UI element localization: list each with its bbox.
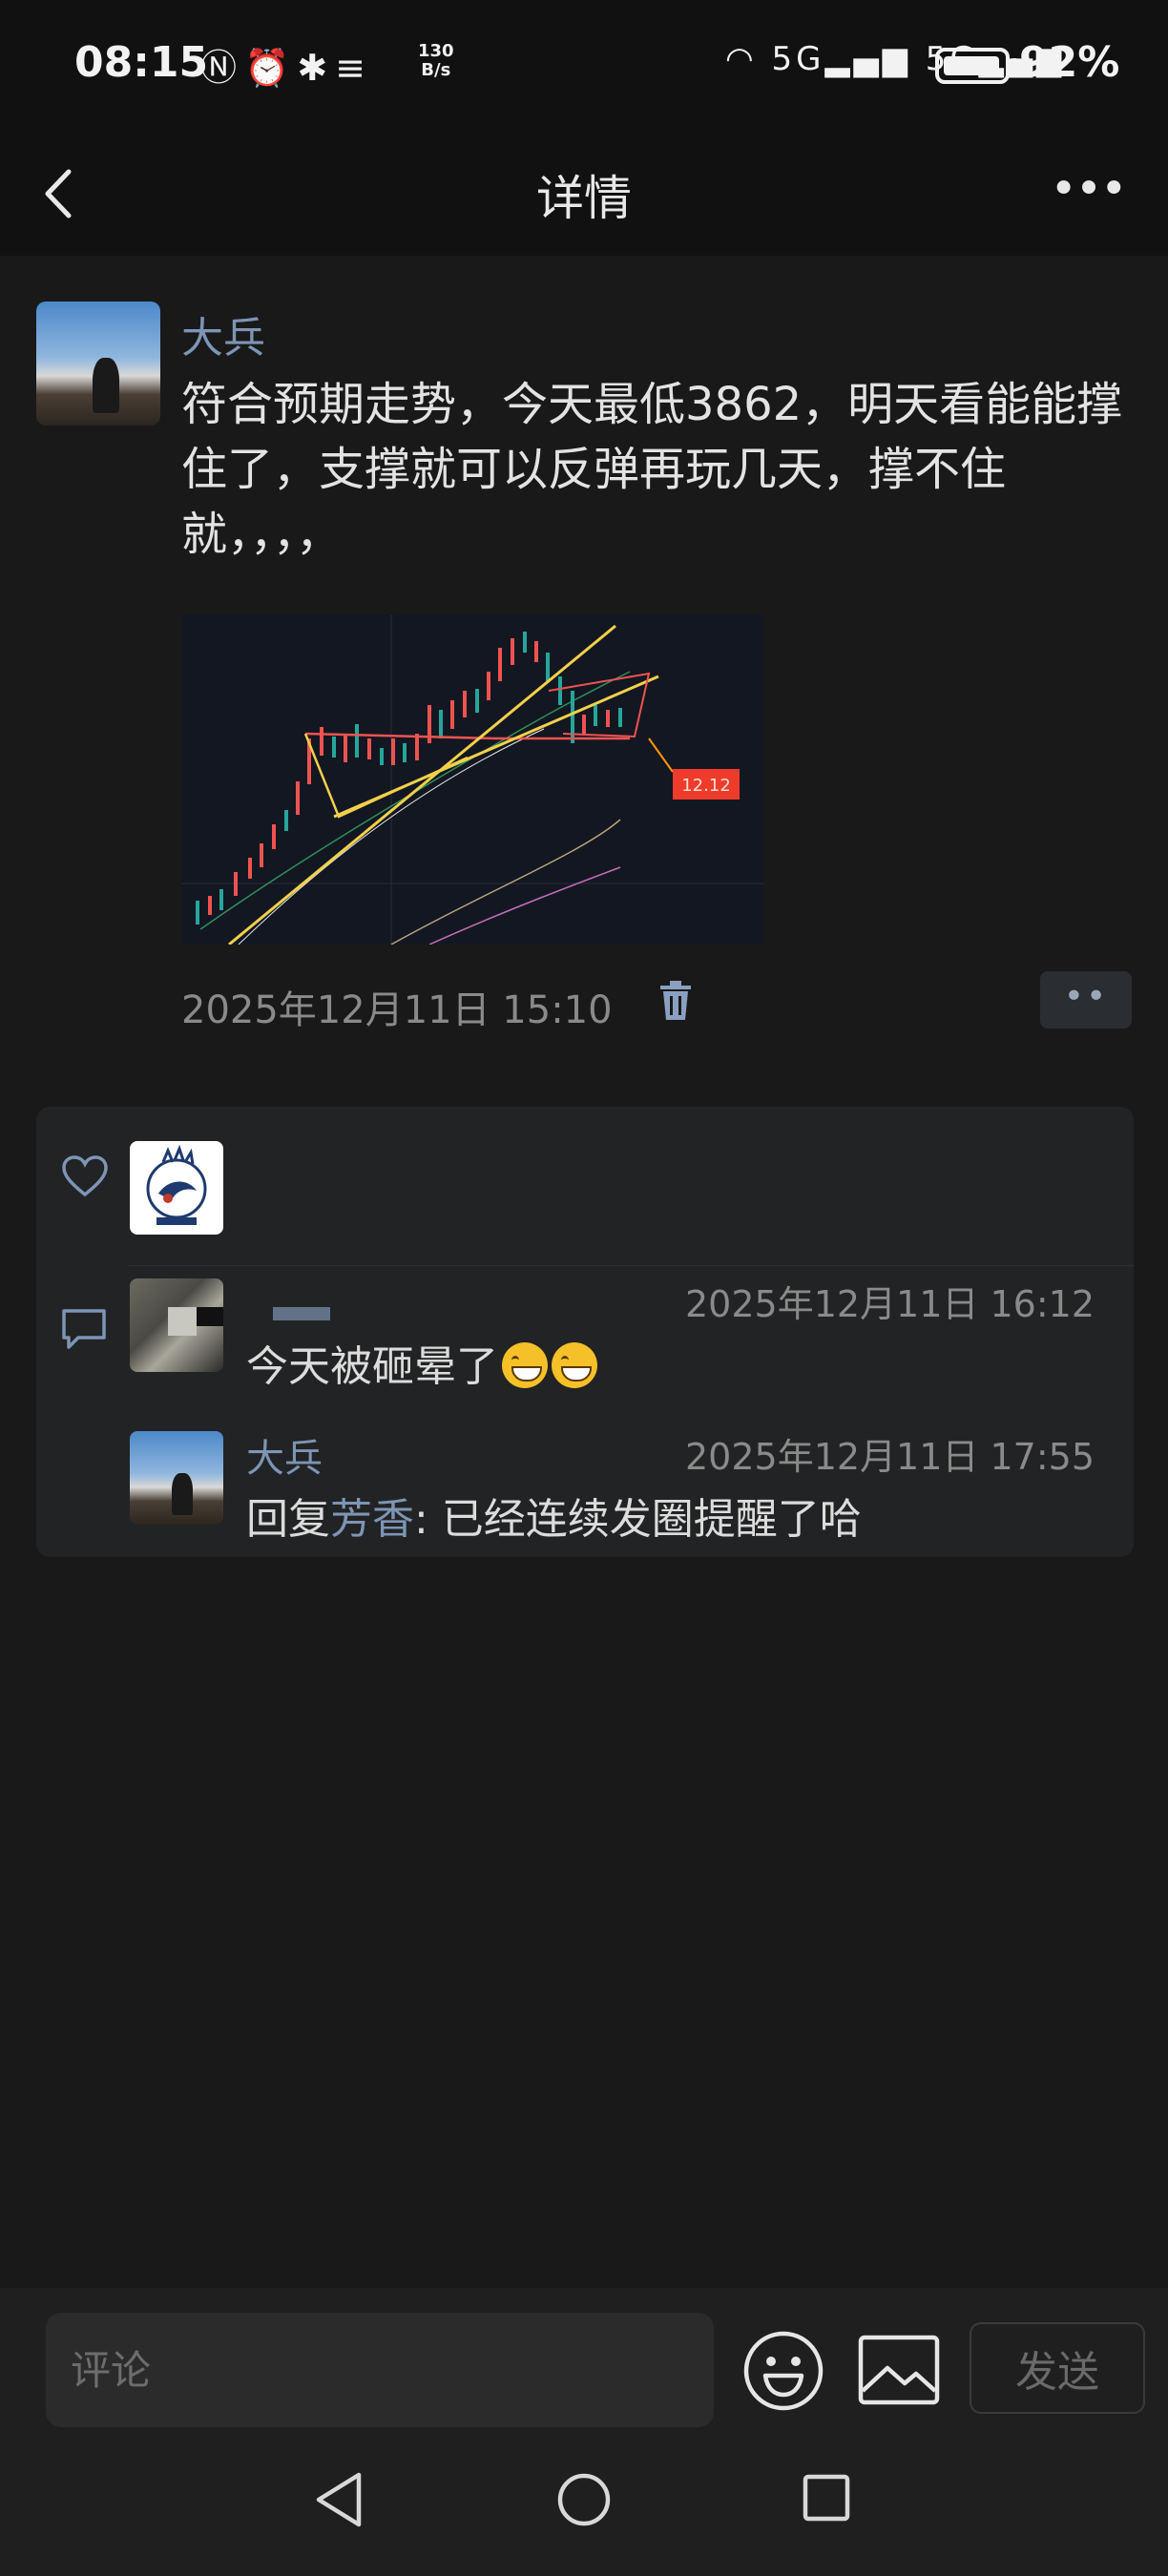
interaction-panel: 2025年12月11日 16:12 今天被砸晕了 大兵 2025年12月11日 … (36, 1107, 1134, 1557)
post-chart-image[interactable]: 12.12 (181, 614, 763, 945)
emoji-icon[interactable] (742, 2330, 824, 2412)
network-speed-unit: B/s (421, 60, 451, 80)
reply-target-name[interactable]: 芳香 (330, 1495, 414, 1544)
comment-icon (62, 1309, 106, 1349)
battery-tip (1012, 58, 1017, 73)
comment-text-body: 今天被砸晕了 (246, 1342, 498, 1391)
reply-text: 回复芳香: 已经连续发圈提醒了哈 (246, 1485, 862, 1546)
battery-percentage: 92% (1019, 38, 1120, 87)
more-options-button[interactable]: ••• (1050, 160, 1128, 227)
status-time: 08:15 (74, 38, 209, 87)
comment-input-bar: 发送 (0, 2288, 1168, 2448)
commenter-avatar[interactable] (130, 1278, 223, 1372)
reply-author-avatar[interactable] (130, 1431, 223, 1525)
reply-author-name[interactable]: 大兵 (246, 1427, 323, 1483)
reply-timestamp: 2025年12月11日 17:55 (685, 1436, 1095, 1478)
image-icon[interactable] (857, 2334, 941, 2406)
chart-price-label: 12.12 (681, 776, 731, 796)
nav-back-icon[interactable] (311, 2469, 368, 2530)
liker-avatar[interactable] (130, 1141, 223, 1235)
comment-text: 今天被砸晕了 (246, 1332, 597, 1393)
nav-recent-apps-icon[interactable] (802, 2473, 851, 2523)
redacted-name-mark (273, 1307, 330, 1320)
heart-icon (62, 1155, 108, 1197)
like-comment-toggle-button[interactable]: •• (1040, 971, 1132, 1028)
comment-input[interactable] (46, 2313, 714, 2427)
status-notification-icons: Ⓝ⏰✱≡ (200, 47, 373, 89)
send-button[interactable]: 发送 (970, 2322, 1145, 2414)
network-speed: 130 B/s (418, 42, 454, 80)
moments-detail-screen: 08:15 Ⓝ⏰✱≡ 130 B/s ◠ 5G▂▄▆ 5G▂▄▆ 92% 详情 … (0, 0, 1168, 2576)
status-bar: 08:15 Ⓝ⏰✱≡ 130 B/s ◠ 5G▂▄▆ 5G▂▄▆ 92% (0, 0, 1168, 134)
system-navigation-bar (0, 2448, 1168, 2576)
comment-timestamp: 2025年12月11日 16:12 (685, 1283, 1095, 1325)
reply-text-body: : 已经连续发圈提醒了哈 (414, 1495, 862, 1544)
nav-home-icon[interactable] (555, 2471, 613, 2528)
network-speed-value: 130 (418, 41, 454, 61)
reply-prefix: 回复 (246, 1495, 330, 1544)
post-text: 符合预期走势，今天最低3862，明天看能能撑住了，支撑就可以反弹再玩几天，撑不住… (181, 378, 1123, 561)
title-bar: 详情 ••• (0, 134, 1168, 256)
trash-icon[interactable] (658, 981, 693, 1021)
battery-icon (935, 48, 1010, 84)
author-avatar[interactable] (36, 301, 160, 426)
page-title: 详情 (536, 171, 632, 226)
grinning-emoji-icon (552, 1342, 597, 1388)
grinning-emoji-icon (502, 1342, 548, 1388)
author-name[interactable]: 大兵 (181, 303, 265, 364)
panel-divider (128, 1265, 1134, 1266)
post-timestamp: 2025年12月11日 15:10 (181, 988, 613, 1032)
